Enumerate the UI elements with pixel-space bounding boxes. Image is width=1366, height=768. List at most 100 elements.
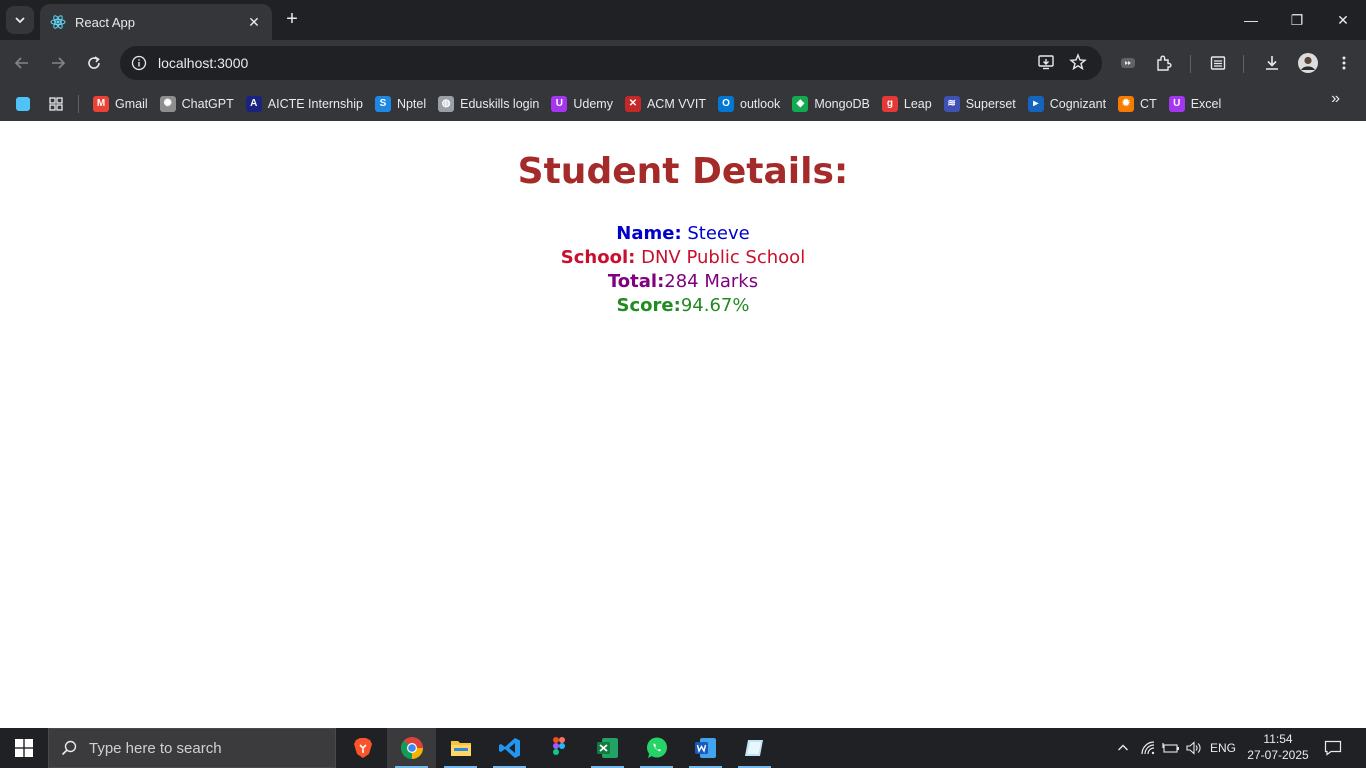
udemy-icon: U xyxy=(1168,95,1185,112)
forward-button[interactable] xyxy=(45,50,71,76)
bookmark-label: Superset xyxy=(965,96,1016,111)
bookmark-label: AICTE Internship xyxy=(267,96,363,111)
minimize-button[interactable]: — xyxy=(1228,0,1274,40)
bookmark-item[interactable]: ✕ ACM VVIT xyxy=(619,90,712,118)
tab-search-button[interactable] xyxy=(6,6,34,34)
media-icon[interactable] xyxy=(1114,49,1142,77)
url-text[interactable]: localhost:3000 xyxy=(158,55,248,71)
apps-shortcut[interactable] xyxy=(10,90,42,118)
superset-icon: ≋ xyxy=(943,95,960,112)
name-label: Name: xyxy=(616,223,682,244)
search-placeholder: Type here to search xyxy=(89,739,222,757)
chatgpt-icon: ✺ xyxy=(159,95,176,112)
bookmark-item[interactable]: M Gmail xyxy=(87,90,154,118)
excel-app[interactable] xyxy=(583,728,632,768)
bookmark-item[interactable]: ≋ Superset xyxy=(938,90,1022,118)
reload-button[interactable] xyxy=(81,50,107,76)
wifi-icon[interactable] xyxy=(1138,728,1158,768)
bookmark-item[interactable]: ▸ Cognizant xyxy=(1022,90,1112,118)
bookmark-item[interactable]: U Udemy xyxy=(545,90,619,118)
new-tab-button[interactable]: + xyxy=(281,9,303,31)
bookmark-label: Cognizant xyxy=(1049,96,1107,111)
tab-title: React App xyxy=(75,14,135,30)
close-window-button[interactable]: ✕ xyxy=(1320,0,1366,40)
score-value: 94.67% xyxy=(680,295,750,316)
brave-app[interactable] xyxy=(338,728,387,768)
bookmark-item[interactable]: U Excel xyxy=(1163,90,1228,118)
install-app-icon[interactable] xyxy=(1031,47,1061,77)
page-content: Student Details: Name: Steeve School: DN… xyxy=(0,121,1366,728)
clock-time: 11:54 xyxy=(1263,732,1293,746)
windows-icon xyxy=(15,739,33,757)
language-indicator[interactable]: ENG xyxy=(1206,728,1240,768)
leap-icon: g xyxy=(881,95,898,112)
file-explorer-app[interactable] xyxy=(436,728,485,768)
notepad-app[interactable] xyxy=(730,728,779,768)
name-row: Name: Steeve xyxy=(0,222,1366,246)
extensions-icon[interactable] xyxy=(1150,49,1178,77)
taskbar: Type here to search ENG 11:54 27-07-2025 xyxy=(0,728,1366,768)
ct-icon: ✹ xyxy=(1118,95,1135,112)
address-bar[interactable]: localhost:3000 xyxy=(120,46,1102,80)
page-title: Student Details: xyxy=(517,151,849,192)
bookmark-item[interactable]: ◍ Eduskills login xyxy=(432,90,545,118)
taskbar-search[interactable]: Type here to search xyxy=(48,728,336,768)
start-button[interactable] xyxy=(0,728,48,768)
browser-toolbar: localhost:3000 xyxy=(0,40,1366,86)
bookmark-label: Gmail xyxy=(115,96,148,111)
bookmarks-divider xyxy=(78,94,79,113)
udemy-icon: U xyxy=(551,95,568,112)
profile-avatar[interactable] xyxy=(1294,49,1322,77)
bookmark-label: Excel xyxy=(1190,96,1222,111)
bookmark-star-icon[interactable] xyxy=(1063,47,1093,77)
grid-icon xyxy=(49,96,63,111)
figma-icon xyxy=(552,737,565,755)
site-info-icon[interactable] xyxy=(122,46,156,80)
close-tab-icon[interactable]: ✕ xyxy=(246,14,262,30)
download-icon[interactable] xyxy=(1258,49,1286,77)
clock[interactable]: 11:54 27-07-2025 xyxy=(1240,731,1316,763)
folder-icon xyxy=(450,741,471,756)
bookmark-item[interactable]: g Leap xyxy=(876,90,938,118)
bookmark-item[interactable]: S Nptel xyxy=(369,90,432,118)
browser-window: React App ✕ + — ❐ ✕ localhost:3000 M Gma… xyxy=(0,0,1366,121)
toolbar-divider xyxy=(1190,55,1191,73)
whatsapp-app[interactable] xyxy=(632,728,681,768)
chevron-up-icon xyxy=(1118,744,1128,751)
bookmark-list: M Gmail ✺ ChatGPT A AICTE Internship S Nptel ◍ Ed… xyxy=(87,90,1227,118)
bookmark-item[interactable]: A AICTE Internship xyxy=(240,90,369,118)
more-bookmarks-icon[interactable]: » xyxy=(1331,90,1340,108)
bookmark-label: CT xyxy=(1140,96,1157,111)
tab-strip: React App ✕ + — ❐ ✕ xyxy=(0,0,1366,40)
battery-icon[interactable] xyxy=(1160,728,1182,768)
apps-grid-button[interactable] xyxy=(42,90,70,118)
bookmark-label: MongoDB xyxy=(814,96,870,111)
figma-app[interactable] xyxy=(534,728,583,768)
menu-icon[interactable] xyxy=(1330,49,1358,77)
restore-button[interactable]: ❐ xyxy=(1274,0,1320,40)
reading-list-icon[interactable] xyxy=(1204,49,1232,77)
vscode-icon xyxy=(498,738,520,758)
bookmark-item[interactable]: ✺ ChatGPT xyxy=(154,90,240,118)
notification-center[interactable] xyxy=(1318,728,1348,768)
bookmark-label: Udemy xyxy=(573,96,613,111)
bookmark-item[interactable]: Ooutlook xyxy=(712,90,786,118)
school-row: School: DNV Public School xyxy=(0,246,1366,270)
bookmark-item[interactable]: ◆ MongoDB xyxy=(786,90,876,118)
word-app[interactable] xyxy=(681,728,730,768)
bookmarks-bar: M Gmail ✺ ChatGPT A AICTE Internship S Nptel ◍ Ed… xyxy=(0,86,1366,121)
whatsapp-icon xyxy=(646,737,667,758)
back-button[interactable] xyxy=(9,50,35,76)
school-value: DNV Public School xyxy=(635,247,806,268)
square-app-icon xyxy=(16,96,30,111)
show-hidden-icons[interactable] xyxy=(1112,728,1134,768)
aicte-icon: A xyxy=(245,95,262,112)
total-row: Total:284 Marks xyxy=(0,270,1366,294)
search-icon xyxy=(49,739,89,757)
chrome-app[interactable] xyxy=(387,728,436,768)
vscode-app[interactable] xyxy=(485,728,534,768)
cognizant-icon: ▸ xyxy=(1027,95,1044,112)
tab-react-app[interactable]: React App ✕ xyxy=(40,4,272,40)
volume-icon[interactable] xyxy=(1184,728,1204,768)
bookmark-item[interactable]: ✹ CT xyxy=(1112,90,1163,118)
